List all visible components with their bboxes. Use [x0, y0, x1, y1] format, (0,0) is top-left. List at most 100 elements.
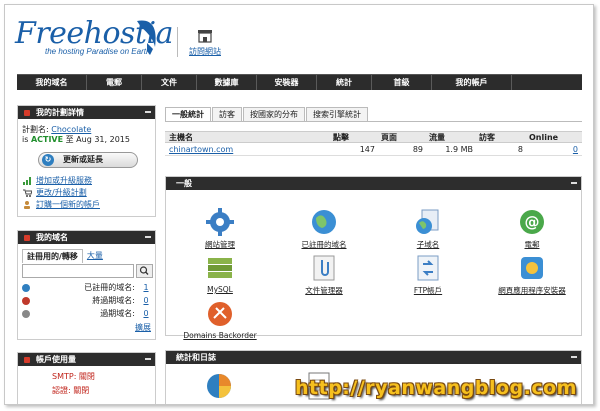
tab-registered-transfer[interactable]: 註冊用的/轉移: [22, 249, 83, 263]
nav-item-2[interactable]: 文件: [142, 75, 197, 90]
panel-icon: [24, 110, 30, 116]
plan-link-new-account[interactable]: 訂購一個新的帳戶: [22, 199, 151, 211]
nav-item-0[interactable]: 我的域名: [17, 75, 87, 90]
storefront-icon: [198, 30, 212, 43]
svg-text:@: @: [525, 213, 540, 231]
domain-stat-label: 過期域名:: [100, 309, 135, 318]
globe-icon: [310, 208, 338, 236]
chart-icon: [23, 177, 31, 185]
browser-frame: Freehostia the hosting Paradise on Earth…: [4, 4, 594, 405]
minimize-icon[interactable]: [571, 356, 577, 358]
renew-button-label: 更新或延長: [63, 155, 103, 164]
tool-globe[interactable]: 已註冊的域名: [284, 208, 364, 250]
plan-panel-header: 我的計劃詳情: [18, 106, 155, 119]
tool-backorder[interactable]: Domains Backorder: [180, 300, 260, 340]
tool-at[interactable]: @ 電郵: [492, 208, 572, 250]
usage-panel-title: 帳戶使用量: [36, 355, 76, 364]
tab-stats-0[interactable]: 一般統計: [165, 107, 211, 121]
tool-installer[interactable]: 網頁應用程序安裝器: [492, 254, 572, 296]
tool-ftp[interactable]: FTP帳戶: [388, 254, 468, 296]
tool-label: Domains Backorder: [183, 331, 257, 340]
general-panel-title: 一般: [176, 179, 192, 188]
col-pages: 頁面: [381, 133, 397, 142]
domain-search-input[interactable]: [22, 264, 134, 278]
domain-stat-count[interactable]: 1: [141, 283, 151, 292]
usage-panel-header: 帳戶使用量: [18, 353, 155, 366]
status-dot-icon: [22, 309, 30, 318]
plan-link-upgrade[interactable]: 更改/升級計劃: [22, 187, 151, 199]
tool-label: 網站管理: [205, 240, 235, 249]
usage-smtp: SMTP: 關閉: [52, 372, 95, 381]
domain-stat-row: 過期域名: 0: [18, 307, 155, 320]
nav-item-5[interactable]: 統計: [317, 75, 372, 90]
tool-paperclip[interactable]: 文件管理器: [284, 254, 364, 296]
paperclip-icon: [310, 254, 338, 282]
domain-stat-count[interactable]: 0: [141, 296, 151, 305]
tab-bulk[interactable]: 大量: [83, 249, 107, 263]
hostname-link[interactable]: chinartown.com: [165, 143, 331, 155]
nav-item-1[interactable]: 電郵: [87, 75, 142, 90]
cell-traffic: 1.9 MB: [445, 145, 473, 154]
nav-item-7[interactable]: 我的帳戶: [432, 75, 512, 90]
visitor-site-link[interactable]: 訪問網站: [185, 46, 225, 57]
database-icon: [206, 254, 234, 282]
main-nav: 我的域名 電郵 文件 數據庫 安裝器 統計 首級 我的帳戶: [17, 74, 582, 90]
plan-name-link[interactable]: Chocolate: [51, 125, 91, 134]
renew-button[interactable]: ↻ 更新或延長: [38, 152, 138, 168]
col-hostname: 主機名: [169, 133, 193, 142]
nav-item-6[interactable]: 首級: [372, 75, 432, 90]
tab-stats-3[interactable]: 搜索引擎統計: [306, 107, 368, 121]
tool-label: 文件管理器: [305, 286, 343, 295]
stats-logs-panel-header: 統計和日誌: [166, 351, 581, 364]
minimize-icon[interactable]: [145, 111, 151, 113]
table-row: chinartown.com 147 89 1.9 MB 8 0: [165, 143, 582, 156]
cart-icon: [23, 189, 32, 197]
panel-icon: [24, 357, 30, 363]
logo[interactable]: Freehostia the hosting Paradise on Earth: [15, 17, 175, 73]
expand-link[interactable]: 擴展: [18, 322, 155, 333]
usage-panel: 帳戶使用量 SMTP: 關閉 認證: 關閉: [17, 352, 156, 404]
cell-visitors: 8: [517, 145, 523, 154]
minimize-icon[interactable]: [571, 182, 577, 184]
stats-logs-panel-title: 統計和日誌: [176, 353, 216, 362]
status-badge: ACTIVE: [30, 135, 64, 144]
minimize-icon[interactable]: [145, 358, 151, 360]
tool-label: MySQL: [207, 285, 233, 294]
tool-gear[interactable]: 網站管理: [180, 208, 260, 250]
nav-item-3[interactable]: 數據庫: [197, 75, 257, 90]
plan-link-label: 增加或升級服務: [36, 176, 92, 185]
cell-hits: 147: [359, 145, 375, 154]
cell-pages: 89: [412, 145, 423, 154]
search-icon: [139, 266, 149, 275]
installer-icon: [518, 254, 546, 282]
at-icon: @: [518, 208, 546, 236]
panel-icon: [24, 235, 30, 241]
plan-link-add-service[interactable]: 增加或升級服務: [22, 175, 151, 187]
tab-stats-2[interactable]: 按國家的分布: [243, 107, 305, 121]
plan-panel-title: 我的計劃詳情: [36, 108, 84, 117]
minimize-icon[interactable]: [145, 236, 151, 238]
plan-until: 至 Aug 31, 2015: [65, 135, 130, 144]
domain-stat-count[interactable]: 0: [141, 309, 151, 318]
domain-search-button[interactable]: [136, 264, 153, 278]
plan-link-label: 更改/升級計劃: [36, 188, 87, 197]
backorder-icon: [206, 300, 234, 328]
tab-stats-1[interactable]: 訪客: [212, 107, 242, 121]
domain-stat-row: 已註冊的域名: 1: [18, 281, 155, 294]
tool-subdomain[interactable]: 子域名: [388, 208, 468, 250]
tool-database[interactable]: MySQL: [180, 254, 260, 294]
tool-label: FTP帳戶: [413, 286, 443, 295]
ftp-icon: [414, 254, 442, 282]
is-label: is: [22, 135, 29, 144]
visitor-site[interactable]: 訪問網站: [185, 29, 225, 57]
domain-stat-label: 將過期域名:: [92, 296, 135, 305]
nav-item-4[interactable]: 安裝器: [257, 75, 317, 90]
domain-stat-label: 已註冊的域名:: [84, 283, 135, 292]
refresh-icon: ↻: [42, 154, 54, 166]
tool-label: 網頁應用程序安裝器: [498, 286, 566, 295]
usage-auth: 認證: 關閉: [52, 386, 90, 395]
stats-pie-icon[interactable]: [204, 371, 234, 401]
cell-online[interactable]: 0: [527, 143, 582, 155]
col-visitors: 訪客: [479, 133, 495, 142]
tool-label: 電郵: [524, 240, 540, 249]
